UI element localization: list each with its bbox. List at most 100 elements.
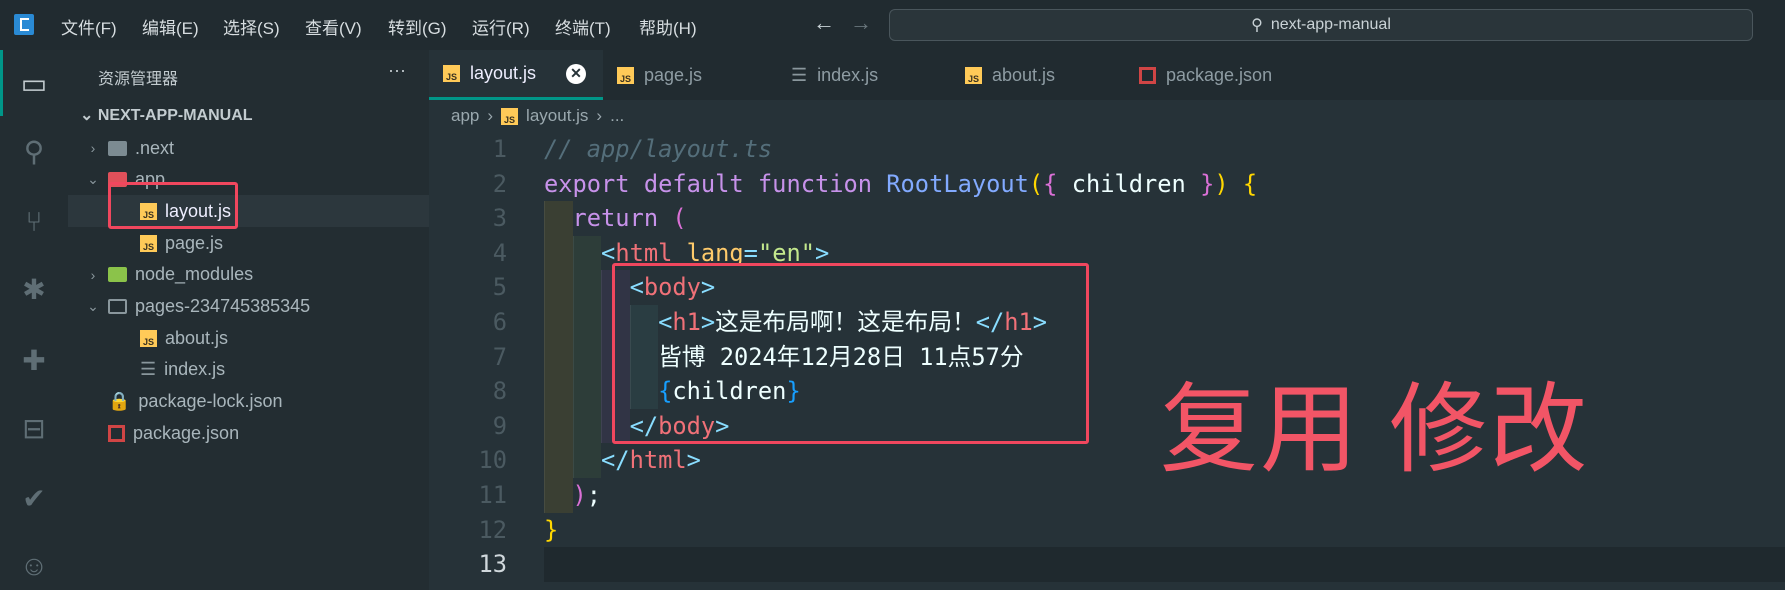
- line-number: 12: [478, 515, 507, 544]
- code-highlight-box: [612, 263, 1089, 444]
- line-number: 5: [492, 273, 507, 302]
- tree-item-label: package.json: [133, 422, 240, 443]
- tab-page-js[interactable]: JS page.js: [603, 50, 777, 100]
- code-line: );: [544, 478, 602, 513]
- line-number: 10: [478, 446, 507, 475]
- tab-label: package.json: [1166, 64, 1273, 85]
- code-token: function: [757, 169, 887, 198]
- search-icon[interactable]: ⚲: [14, 131, 54, 171]
- close-icon[interactable]: ✕: [566, 63, 587, 84]
- menu-item[interactable]: 查看(V): [305, 14, 362, 39]
- menu-item[interactable]: 选择(S): [223, 14, 280, 39]
- lock-icon: 🔒: [108, 391, 131, 412]
- explorer-icon[interactable]: ▭: [14, 63, 54, 103]
- tree-item[interactable]: JS page.js: [68, 227, 429, 259]
- code-token: {: [1228, 169, 1258, 198]
- remote-explorer-icon[interactable]: ⊟: [14, 408, 54, 448]
- tab-about-js[interactable]: JS about.js: [951, 50, 1125, 100]
- line-number: 13: [478, 550, 507, 579]
- line-number: 7: [492, 342, 507, 371]
- annotation-text: 复用 修改: [1160, 374, 1590, 484]
- current-line-highlight: [544, 547, 1785, 582]
- tree-item[interactable]: JS about.js: [68, 322, 429, 354]
- code-token: (: [672, 204, 687, 233]
- tab-package-json[interactable]: package.json: [1125, 50, 1299, 100]
- menu-item[interactable]: 运行(R): [472, 14, 530, 39]
- tree-item-label: pages-234745385345: [135, 296, 311, 316]
- tree-item-label: page.js: [165, 232, 224, 253]
- tab-label: layout.js: [470, 63, 537, 83]
- tree-item[interactable]: 🔒 package-lock.json: [68, 386, 429, 418]
- breadcrumb-item[interactable]: ...: [610, 106, 624, 126]
- debug-icon[interactable]: ✱: [14, 269, 54, 309]
- tree-item-label: package-lock.json: [138, 391, 283, 412]
- code-token: RootLayout: [886, 169, 1029, 198]
- tree-item[interactable]: ⌄ pages-234745385345: [68, 291, 429, 323]
- folder-next-icon: [108, 140, 127, 156]
- menu-item[interactable]: 文件(F): [61, 14, 117, 39]
- workspace-name: NEXT-APP-MANUAL: [97, 107, 253, 124]
- search-text: next-app-manual: [1270, 16, 1391, 33]
- more-actions-button[interactable]: ···: [388, 60, 406, 81]
- code-token: html: [629, 446, 687, 475]
- code-token: }: [1200, 169, 1215, 198]
- code-token: default: [643, 169, 758, 198]
- code-token: // app/layout.ts: [544, 135, 773, 163]
- back-arrow-icon[interactable]: ←: [813, 10, 835, 36]
- chevron-right-icon: ›: [90, 266, 96, 283]
- menu-item[interactable]: 转到(G): [388, 14, 447, 39]
- activity-bar: ▭ ⚲ ⑂ ✱ ✚ ⊟ ✔ ☺: [0, 50, 68, 590]
- code-token: </: [544, 446, 630, 475]
- source-control-icon[interactable]: ⑂: [14, 202, 54, 242]
- workspace-root[interactable]: ⌄ NEXT-APP-MANUAL: [80, 105, 253, 125]
- js-file-icon: JS: [501, 107, 519, 125]
- tab-label: index.js: [817, 64, 879, 85]
- menu-item[interactable]: 终端(T): [555, 14, 611, 39]
- tab-index-js[interactable]: ☰ index.js: [777, 50, 951, 100]
- copilot-icon[interactable]: ☺: [14, 546, 54, 586]
- js-file-icon: JS: [965, 66, 982, 84]
- line-number: 2: [492, 169, 507, 198]
- line-number: 4: [492, 238, 507, 267]
- chevron-right-icon: ›: [90, 140, 96, 156]
- js-file-icon: JS: [617, 66, 634, 84]
- tree-item[interactable]: package.json: [68, 417, 429, 449]
- tab-label: page.js: [644, 64, 703, 85]
- code-line: // app/layout.ts: [544, 132, 772, 167]
- code-token: ): [1214, 169, 1229, 198]
- code-line: export default function RootLayout({ chi…: [544, 167, 1257, 202]
- tree-item-label: .next: [135, 137, 175, 158]
- code-token: {: [1043, 169, 1072, 198]
- tree-item[interactable]: › node_modules: [68, 259, 429, 291]
- tree-item-label: node_modules: [135, 264, 254, 285]
- code-token: }: [544, 515, 559, 544]
- list-file-icon: ☰: [791, 64, 808, 85]
- tree-item[interactable]: › .next: [68, 132, 429, 164]
- js-file-icon: JS: [140, 234, 157, 252]
- breadcrumb-item[interactable]: layout.js: [526, 106, 588, 126]
- breadcrumb-item[interactable]: app: [451, 106, 479, 126]
- extensions-icon[interactable]: ✚: [14, 340, 54, 380]
- tab-layout-js[interactable]: JS layout.js ✕: [429, 50, 603, 100]
- js-file-icon: JS: [443, 65, 460, 82]
- tree-item[interactable]: ☰ index.js: [68, 354, 429, 386]
- testing-icon[interactable]: ✔: [14, 478, 54, 518]
- menu-item[interactable]: 编辑(E): [142, 14, 199, 39]
- js-file-icon: JS: [140, 329, 157, 347]
- highlight-box: [108, 182, 238, 229]
- line-number: 11: [478, 481, 507, 509]
- command-center-search[interactable]: ⚲ next-app-manual: [889, 9, 1753, 41]
- editor-tabs: JS layout.js ✕ JS page.js ☰ index.js JS about.js…: [429, 50, 1785, 100]
- tab-label: about.js: [992, 64, 1056, 85]
- chevron-right-icon: ›: [487, 106, 494, 125]
- line-number: 1: [492, 135, 507, 163]
- folder-node-icon: [108, 267, 127, 283]
- tree-item-label: about.js: [165, 327, 229, 348]
- code-line: </html>: [544, 443, 701, 478]
- folder-icon: [108, 299, 127, 314]
- list-file-icon: ☰: [140, 359, 157, 380]
- forward-arrow-icon[interactable]: →: [850, 10, 872, 36]
- line-number: 3: [492, 204, 507, 233]
- menu-item[interactable]: 帮助(H): [639, 14, 697, 39]
- breadcrumb: app › JS layout.js ›...: [429, 100, 624, 132]
